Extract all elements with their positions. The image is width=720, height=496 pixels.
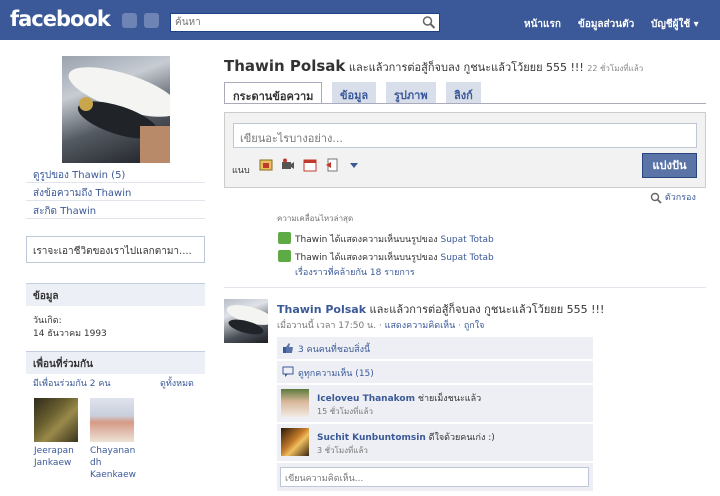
profile-header: Thawin Polsak และแล้วการต่อสู้ก็จบลง กูช… [224,57,643,76]
messages-icon[interactable] [144,13,159,28]
cap-photo-icon [226,305,268,335]
see-all-link[interactable]: ดูทั้งหมด [160,376,194,390]
comment-icon [278,250,291,262]
like-link[interactable]: ถูกใจ [464,321,485,331]
divider [26,218,205,219]
friend-avatar[interactable] [34,398,78,442]
share-button[interactable]: แบ่งปัน [642,153,697,178]
filter-label[interactable]: ตัวกรอง [665,193,696,203]
status-composer[interactable]: เขียนอะไรบางอย่าง... [233,123,697,148]
recent-activity-heading: ความเคลื่อนไหวล่าสุด [277,214,354,223]
send-message-link[interactable]: ส่งข้อความถึง Thawin [33,186,131,201]
view-comments-row: ดูทุกความเห็น (15) [277,361,593,383]
magnifier-icon [650,192,662,204]
post-author[interactable]: Thawin Polsak [277,303,366,316]
view-all-comments[interactable]: ดูทุกความเห็น (15) [298,366,374,380]
tab-photos[interactable]: รูปภาพ [386,82,436,104]
commenter-name[interactable]: Iceloveu Thanakom [317,394,415,404]
cap-photo-icon [68,67,170,163]
view-photos-link[interactable]: ดูรูปของ Thawin (5) [33,168,125,183]
commenter-name[interactable]: Suchit Kunbuntomsin [317,433,426,443]
mutual-friends-header: เพื่อนที่ร่วมกัน [26,351,205,374]
commenter-avatar[interactable] [281,389,309,417]
tab-wall[interactable]: กระดานข้อความ [224,82,323,104]
profile-status: และแล้วการต่อสู้ก็จบลง กูชนะแล้วโว้ยยย 5… [345,61,588,74]
comment-body: Iceloveu Thanakom ช่ายเม็งชนะแล้ว [317,391,481,405]
activity-item: Thawin ได้แสดงความเห็นบนรูปของ Supat Tot… [295,235,494,245]
similar-stories-link[interactable]: เรื่องราวที่คล้ายกัน 18 รายการ [295,265,415,279]
facebook-logo[interactable]: facebook [10,7,111,31]
commenter-avatar[interactable] [281,428,309,456]
friend-name[interactable]: Jeerapan Jankaew [34,445,74,469]
friend-name[interactable]: Chayanan dh Kaenkaew [90,445,136,481]
post-text: และแล้วการต่อสู้ก็จบลง กูชนะแล้วโว้ยยย 5… [366,303,605,316]
birthday-value: 14 ธันวาคม 1993 [33,329,107,339]
divider [224,287,706,288]
tab-info[interactable]: ข้อมูล [332,82,377,104]
search-input[interactable] [171,14,416,31]
divider [26,182,205,183]
comment-link[interactable]: แสดงความคิดเห็น [385,321,456,331]
poke-link[interactable]: สะกิด Thawin [33,204,96,219]
link-icon[interactable] [325,158,339,172]
comment: Suchit Kunbuntomsin ดีใจด้วยคนเก่ง :) 3 … [277,424,593,461]
bio-box: เราจะเอาชีวิตของเราไปแลกตามา.... [26,236,205,263]
activity-link[interactable]: Supat Totab [441,253,494,263]
filter-link[interactable]: ตัวกรอง [650,190,696,204]
profile-name: Thawin Polsak [224,57,346,75]
activity-item: Thawin ได้แสดงความเห็นบนรูปของ Supat Tot… [295,253,494,263]
friend-requests-icon[interactable] [122,13,137,28]
comment-bubble-icon [282,366,294,377]
comment-input[interactable]: เขียนความคิดเห็น... [280,467,589,487]
chevron-down-icon[interactable] [347,158,361,172]
search-box[interactable] [170,13,440,32]
comment-icon [278,232,291,244]
comment: Iceloveu Thanakom ช่ายเม็งชนะแล้ว 15 ชั่… [277,385,593,422]
likes-count[interactable]: 3 คนคนที่ชอบสิ่งนี้ [298,342,370,356]
top-bar: facebook หน้าแรก ข้อมูลส่วนตัว บัญชีผู้ใ… [0,0,720,40]
birthday-label: วันเกิด: [33,316,62,326]
post-meta: เมื่อวานนี้ เวลา 17:50 น. · แสดงความคิดเ… [277,321,485,331]
mutual-count[interactable]: มีเพื่อนร่วมกัน 2 คน [33,376,111,390]
post-time[interactable]: เมื่อวานนี้ เวลา 17:50 น. · [277,321,385,331]
event-icon[interactable] [303,158,317,172]
post-header: Thawin Polsak และแล้วการต่อสู้ก็จบลง กูช… [277,300,604,318]
comment-time: 3 ชั่วโมงที่แล้ว [317,446,368,455]
profile-picture[interactable] [62,56,170,163]
tab-links[interactable]: ลิงก์ [446,82,481,104]
status-time[interactable]: 22 ชั่วโมงที่แล้ว [587,64,643,73]
activity-link[interactable]: Supat Totab [441,235,494,245]
tab-divider [224,103,706,104]
comment-text: ช่ายเม็งชนะแล้ว [414,394,482,404]
photo-icon[interactable] [259,158,273,172]
thumbs-up-icon [283,343,293,353]
profile-link[interactable]: ข้อมูลส่วนตัว [578,17,634,32]
likes-row: 3 คนคนที่ชอบสิ่งนี้ [277,337,593,359]
comment-text: ดีใจด้วยคนเก่ง :) [425,433,495,443]
friend-avatar[interactable] [90,398,134,442]
home-link[interactable]: หน้าแรก [524,17,561,32]
publisher: เขียนอะไรบางอย่าง... แนบ แบ่งปัน [224,112,706,188]
comment-body: Suchit Kunbuntomsin ดีใจด้วยคนเก่ง :) [317,430,495,444]
attach-label: แนบ [232,166,250,176]
account-menu[interactable]: บัญชีผู้ใช้ ▾ [651,17,699,32]
info-header: ข้อมูล [26,283,205,306]
video-icon[interactable] [281,158,295,172]
divider [26,200,205,201]
post-author-avatar[interactable] [224,299,268,343]
search-icon[interactable] [421,15,437,30]
comment-time: 15 ชั่วโมงที่แล้ว [317,407,373,416]
